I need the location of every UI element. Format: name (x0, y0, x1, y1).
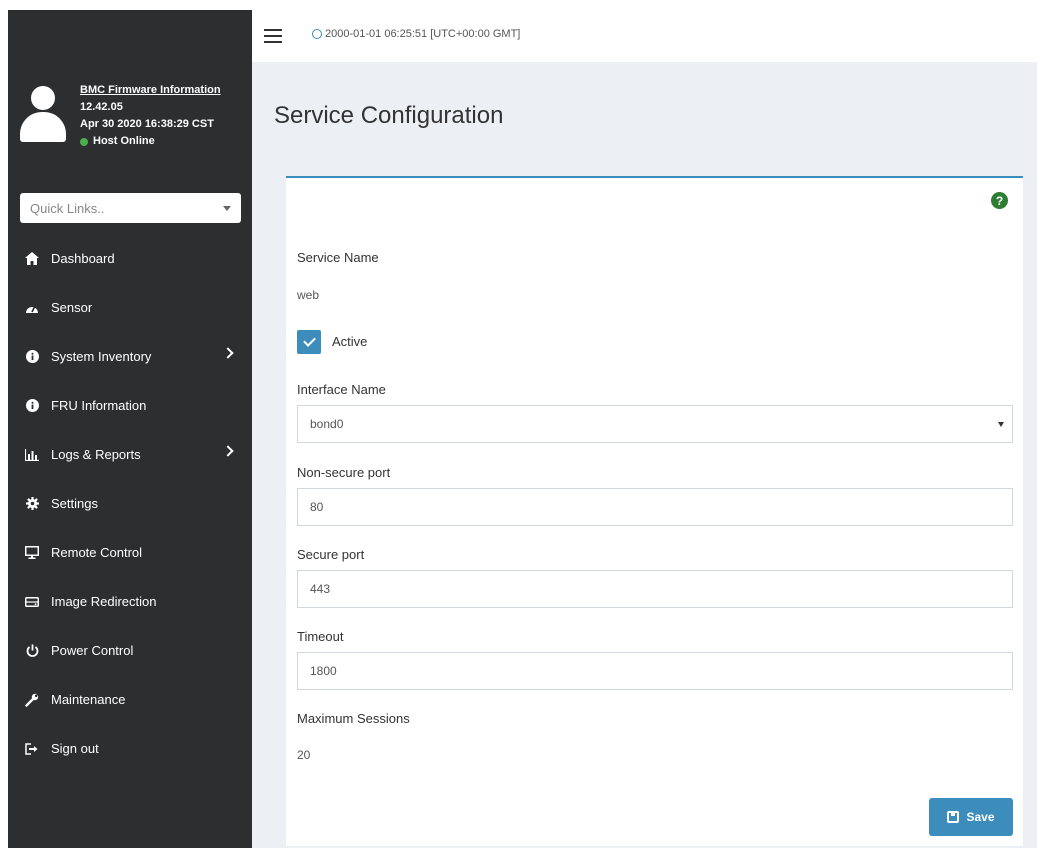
timeout-input[interactable]: 1800 (297, 652, 1013, 690)
menu-toggle-icon[interactable] (264, 29, 282, 43)
save-button[interactable]: Save (929, 798, 1013, 836)
secure-port-input[interactable]: 443 (297, 570, 1013, 608)
sign-out-icon (25, 742, 39, 756)
sidebar-item-label: FRU Information (51, 398, 147, 413)
sidebar-item-maintenance[interactable]: Maintenance (8, 675, 252, 724)
wrench-icon (25, 693, 39, 707)
page-title: Service Configuration (274, 102, 504, 129)
secure-port-value: 443 (310, 582, 331, 596)
monitor-icon (25, 546, 39, 560)
main-content: Service Configuration ? Service Name web… (252, 62, 1037, 848)
datetime-text: 2000-01-01 06:25:51 [UTC+00:00 GMT] (325, 28, 521, 40)
floppy-disk-icon (947, 811, 960, 823)
clock-icon (312, 29, 322, 39)
non-secure-port-label: Non-secure port (297, 465, 391, 480)
sidebar-item-label: Remote Control (51, 545, 143, 560)
user-panel: BMC Firmware Information 12.42.05 Apr 30… (8, 10, 252, 185)
non-secure-port-value: 80 (310, 500, 324, 514)
sidebar-item-remote-control[interactable]: Remote Control (8, 528, 252, 577)
service-name-value: web (297, 288, 320, 302)
checkmark-icon (302, 334, 316, 347)
sidebar-item-label: Sensor (51, 300, 93, 315)
firmware-info: BMC Firmware Information 12.42.05 Apr 30… (80, 82, 221, 150)
chevron-right-icon (222, 347, 234, 359)
maximum-sessions-label: Maximum Sessions (297, 711, 410, 726)
sidebar-item-label: Settings (51, 496, 98, 511)
hdd-icon (25, 595, 39, 609)
sidebar-item-label: Dashboard (51, 251, 115, 266)
service-config-form: ? Service Name web Active Interface Name… (286, 176, 1023, 846)
status-dot-icon (80, 137, 88, 146)
bar-chart-icon (25, 448, 39, 462)
sidebar-item-label: Logs & Reports (51, 447, 141, 462)
sidebar-item-label: Maintenance (51, 692, 126, 707)
quick-links-select[interactable]: Quick Links.. (20, 193, 241, 223)
quick-links-placeholder: Quick Links.. (30, 200, 105, 216)
sidebar-menu: Dashboard Sensor System Inventory FRU In… (8, 234, 252, 773)
non-secure-port-input[interactable]: 80 (297, 488, 1013, 526)
sidebar-item-label: Sign out (51, 741, 99, 756)
datetime-display: 2000-01-01 06:25:51 [UTC+00:00 GMT] (312, 28, 520, 40)
top-bar: 2000-01-01 06:25:51 [UTC+00:00 GMT] (252, 10, 1037, 62)
sidebar-item-sensor[interactable]: Sensor (8, 283, 252, 332)
gear-icon (25, 497, 39, 511)
home-icon (25, 252, 39, 266)
caret-down-icon (223, 205, 231, 211)
info-circle-icon (25, 399, 39, 413)
power-icon (25, 644, 39, 658)
sidebar-item-settings[interactable]: Settings (8, 479, 252, 528)
firmware-build-date: Apr 30 2020 16:38:29 CST (80, 118, 214, 130)
sidebar-item-image-redirection[interactable]: Image Redirection (8, 577, 252, 626)
sidebar: BMC Firmware Information 12.42.05 Apr 30… (8, 10, 252, 848)
maximum-sessions-value: 20 (297, 748, 311, 762)
sidebar-item-fru-information[interactable]: FRU Information (8, 381, 252, 430)
sidebar-item-label: Power Control (51, 643, 134, 658)
interface-name-label: Interface Name (297, 382, 386, 397)
user-avatar-icon (20, 86, 66, 142)
interface-name-select[interactable]: bond0 (297, 405, 1013, 443)
firmware-version: 12.42.05 (80, 101, 123, 113)
save-button-label: Save (966, 810, 995, 824)
interface-name-value: bond0 (310, 417, 344, 431)
sidebar-item-power-control[interactable]: Power Control (8, 626, 252, 675)
host-status-label: Host Online (93, 135, 155, 147)
timeout-value: 1800 (310, 664, 337, 678)
timeout-label: Timeout (297, 629, 344, 644)
service-name-label: Service Name (297, 250, 379, 265)
help-icon[interactable]: ? (991, 192, 1008, 209)
chevron-right-icon (222, 445, 234, 457)
dashboard-gauge-icon (25, 301, 39, 315)
sidebar-item-label: Image Redirection (51, 594, 157, 609)
secure-port-label: Secure port (297, 547, 365, 562)
active-label: Active (332, 334, 368, 349)
firmware-info-link[interactable]: BMC Firmware Information (80, 82, 221, 99)
host-status: Host Online (80, 133, 221, 150)
sidebar-item-sign-out[interactable]: Sign out (8, 724, 252, 773)
sidebar-item-logs-reports[interactable]: Logs & Reports (8, 430, 252, 479)
sidebar-item-dashboard[interactable]: Dashboard (8, 234, 252, 283)
sidebar-item-label: System Inventory (51, 349, 152, 364)
active-checkbox[interactable] (297, 330, 321, 354)
sidebar-item-system-inventory[interactable]: System Inventory (8, 332, 252, 381)
info-circle-icon (25, 350, 39, 364)
caret-down-icon (998, 422, 1004, 427)
